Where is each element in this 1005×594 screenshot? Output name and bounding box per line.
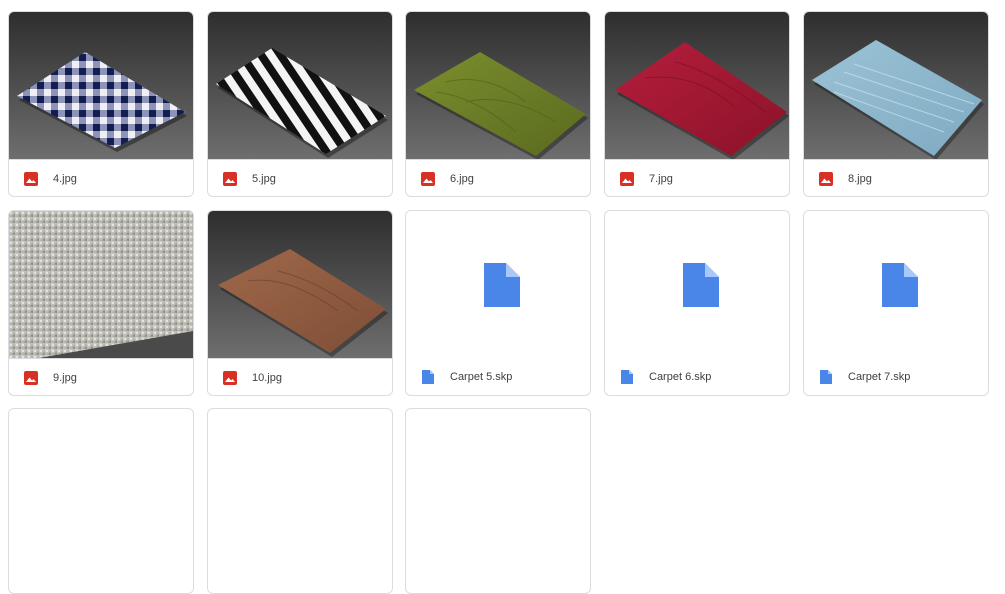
file-card-9-jpg[interactable]: 9.jpg xyxy=(8,210,194,396)
file-name: Carpet 5.skp xyxy=(450,371,513,383)
image-file-icon xyxy=(420,171,436,187)
file-grid: 4.jpg 5.jpg 6.jpg 7.jpg 8.jpg 9.jpg 10.j… xyxy=(0,0,1005,594)
thumbnail-light-blue-rug xyxy=(804,12,988,159)
image-file-icon xyxy=(619,171,635,187)
file-name: Carpet 6.skp xyxy=(649,371,712,383)
document-file-icon xyxy=(420,369,436,385)
file-caption: Carpet 6.skp xyxy=(605,358,789,395)
image-file-icon xyxy=(818,171,834,187)
file-name: 8.jpg xyxy=(848,172,872,185)
thumbnail-brown-rug xyxy=(208,211,392,358)
file-caption: 4.jpg xyxy=(9,159,193,196)
file-card-carpet-6-skp[interactable]: Carpet 6.skp xyxy=(604,210,790,396)
file-name: Carpet 7.skp xyxy=(848,371,911,383)
file-card-partial[interactable] xyxy=(8,408,194,594)
image-file-icon xyxy=(23,370,39,386)
file-name: 6.jpg xyxy=(450,172,474,185)
document-file-icon xyxy=(818,369,834,385)
thumbnail-red-rug xyxy=(605,12,789,159)
file-card-8-jpg[interactable]: 8.jpg xyxy=(803,11,989,197)
thumbnail-striped-rug xyxy=(208,12,392,159)
large-document-icon xyxy=(484,263,520,307)
thumbnail-document xyxy=(605,211,789,358)
file-card-5-jpg[interactable]: 5.jpg xyxy=(207,11,393,197)
image-file-icon xyxy=(222,171,238,187)
file-card-10-jpg[interactable]: 10.jpg xyxy=(207,210,393,396)
image-file-icon xyxy=(23,171,39,187)
file-card-carpet-7-skp[interactable]: Carpet 7.skp xyxy=(803,210,989,396)
document-file-icon xyxy=(619,369,635,385)
file-caption: 6.jpg xyxy=(406,159,590,196)
thumbnail-checkered-rug xyxy=(9,12,193,159)
file-name: 9.jpg xyxy=(53,371,77,384)
file-caption: Carpet 7.skp xyxy=(804,358,988,395)
thumbnail-shag-rug xyxy=(9,211,193,358)
large-document-icon xyxy=(683,263,719,307)
file-caption: 8.jpg xyxy=(804,159,988,196)
thumbnail-document xyxy=(804,211,988,358)
file-caption: 10.jpg xyxy=(208,358,392,395)
thumbnail-green-rug xyxy=(406,12,590,159)
file-caption: 7.jpg xyxy=(605,159,789,196)
file-card-6-jpg[interactable]: 6.jpg xyxy=(405,11,591,197)
file-name: 7.jpg xyxy=(649,172,673,185)
file-card-7-jpg[interactable]: 7.jpg xyxy=(604,11,790,197)
file-name: 4.jpg xyxy=(53,172,77,185)
file-card-carpet-5-skp[interactable]: Carpet 5.skp xyxy=(405,210,591,396)
image-file-icon xyxy=(222,370,238,386)
file-caption: 5.jpg xyxy=(208,159,392,196)
file-caption: 9.jpg xyxy=(9,358,193,395)
file-caption: Carpet 5.skp xyxy=(406,358,590,395)
thumbnail-document xyxy=(406,211,590,358)
file-name: 5.jpg xyxy=(252,172,276,185)
file-card-partial[interactable] xyxy=(405,408,591,594)
file-card-partial[interactable] xyxy=(207,408,393,594)
file-name: 10.jpg xyxy=(252,371,282,384)
large-document-icon xyxy=(882,263,918,307)
file-card-4-jpg[interactable]: 4.jpg xyxy=(8,11,194,197)
